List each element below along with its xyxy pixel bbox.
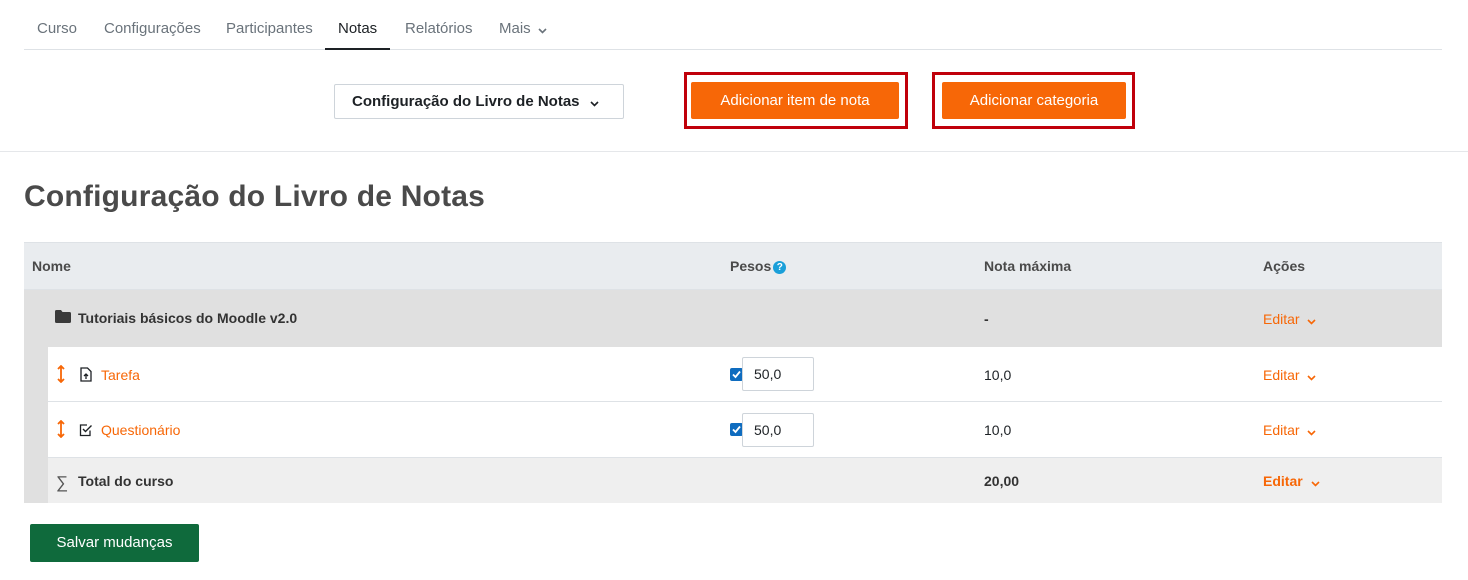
indent-bar (24, 458, 48, 503)
assignment-icon (80, 367, 92, 385)
item-edit-menu[interactable]: Editar (1263, 422, 1317, 439)
header-actions: Ações (1263, 258, 1306, 274)
folder-icon (55, 310, 71, 326)
gradebook-setup-dropdown[interactable]: Configuração do Livro de Notas (334, 84, 624, 119)
move-icon[interactable] (57, 419, 65, 441)
category-max-grade: - (984, 311, 989, 327)
save-changes-button[interactable]: Salvar mudanças (30, 524, 199, 562)
tab-mais-label: Mais (499, 20, 531, 37)
tab-relatorios[interactable]: Relatórios (392, 0, 486, 50)
category-edit-menu[interactable]: Editar (1263, 311, 1317, 328)
tab-mais[interactable]: Mais (486, 0, 560, 50)
divider (0, 151, 1468, 152)
tab-curso[interactable]: Curso (24, 0, 90, 50)
chevron-down-icon (1307, 423, 1317, 439)
edit-label: Editar (1263, 422, 1300, 438)
secondary-navigation: Curso Configurações Participantes Notas … (24, 0, 1442, 50)
grade-item-link[interactable]: Questionário (101, 422, 180, 438)
category-name: Tutoriais básicos do Moodle v2.0 (78, 310, 298, 326)
tab-configuracoes[interactable]: Configurações (91, 0, 214, 50)
sigma-icon: ∑ (56, 473, 69, 492)
edit-label: Editar (1263, 311, 1300, 327)
item-max-grade: 10,0 (984, 422, 1012, 438)
header-weights: Pesos? (730, 243, 787, 289)
weight-input[interactable]: 50,0 (742, 357, 814, 391)
indent-bar (24, 402, 48, 458)
chevron-down-icon (1311, 474, 1320, 490)
header-name: Nome (32, 258, 71, 274)
header-max-grade: Nota máxima (984, 258, 1072, 274)
tab-notas[interactable]: Notas (325, 0, 391, 50)
quiz-icon (79, 423, 93, 440)
chevron-down-icon (590, 86, 599, 119)
table-header: Nome Pesos? Nota máxima Ações (24, 242, 1442, 290)
dropdown-label: Configuração do Livro de Notas (352, 93, 580, 110)
course-total-row: ∑ Total do curso 20,00 Editar (24, 458, 1442, 503)
item-max-grade: 10,0 (984, 367, 1012, 383)
table-row: Questionário 50,0 10,0 Editar (24, 402, 1442, 458)
course-total-name: Total do curso (78, 473, 174, 489)
header-weights-label: Pesos (730, 258, 772, 274)
grade-item-link[interactable]: Tarefa (101, 367, 140, 383)
move-icon[interactable] (57, 364, 65, 386)
help-icon[interactable]: ? (773, 260, 787, 274)
total-edit-menu[interactable]: Editar (1263, 473, 1320, 490)
weight-input[interactable]: 50,0 (742, 413, 814, 447)
tab-participantes[interactable]: Participantes (213, 0, 326, 50)
chevron-down-icon (1307, 368, 1317, 384)
table-row: Tarefa 50,0 10,0 Editar (24, 347, 1442, 402)
indent-bar (24, 347, 48, 402)
item-edit-menu[interactable]: Editar (1263, 367, 1317, 384)
course-total-max-grade: 20,00 (984, 473, 1020, 489)
page-title: Configuração do Livro de Notas (24, 180, 486, 213)
edit-label: Editar (1263, 473, 1303, 489)
add-grade-item-button[interactable]: Adicionar item de nota (691, 82, 899, 119)
category-row: Tutoriais básicos do Moodle v2.0 - Edita… (24, 290, 1442, 347)
edit-label: Editar (1263, 367, 1300, 383)
chevron-down-icon (538, 1, 547, 58)
add-category-button[interactable]: Adicionar categoria (942, 82, 1126, 119)
chevron-down-icon (1307, 312, 1317, 328)
